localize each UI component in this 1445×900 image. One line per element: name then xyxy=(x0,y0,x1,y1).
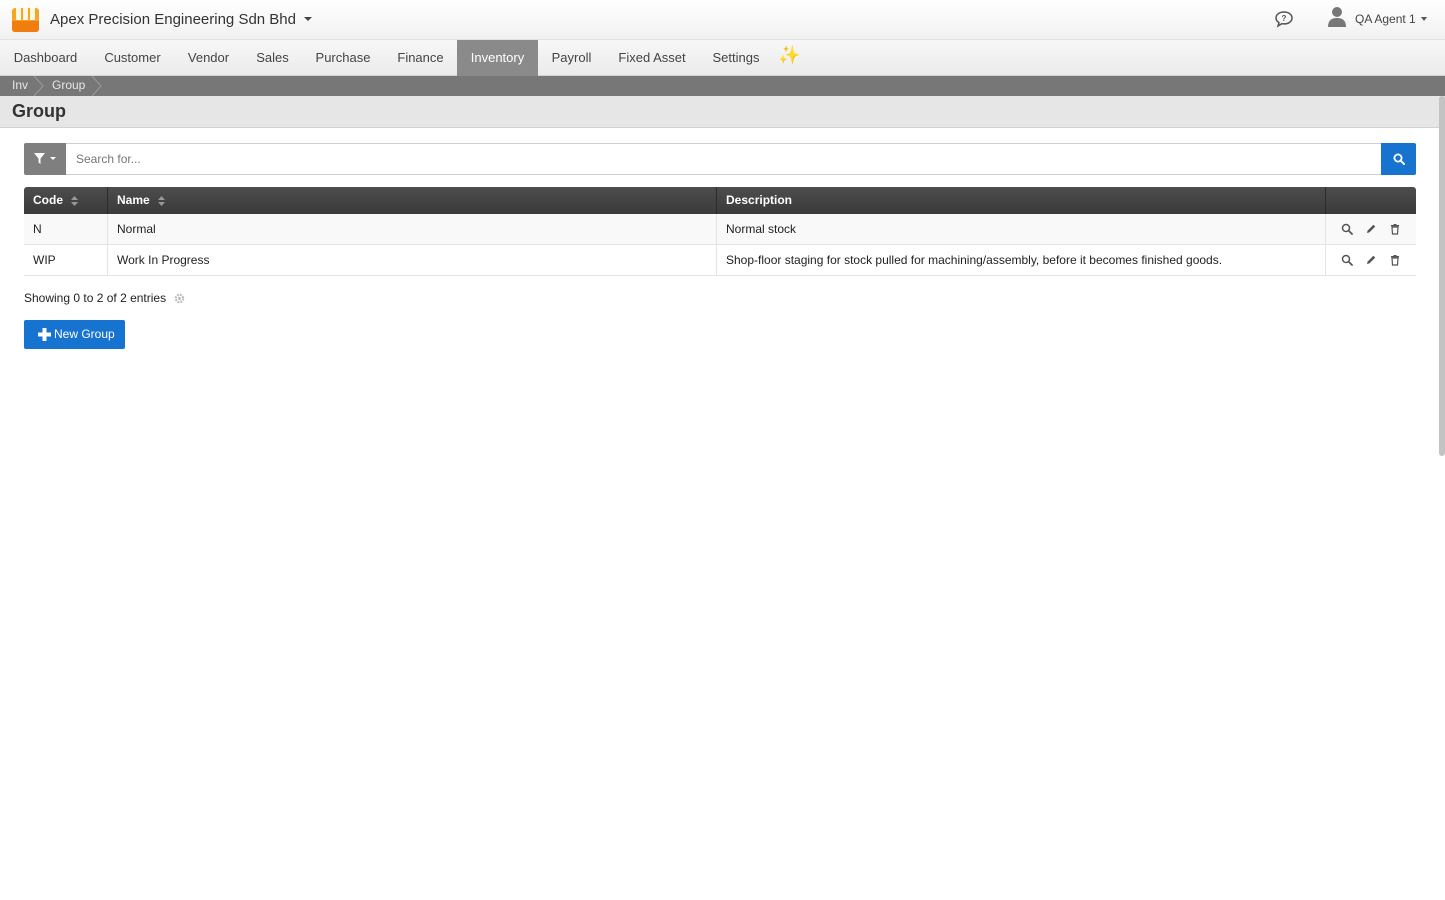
column-header-code[interactable]: Code xyxy=(24,187,108,214)
filter-icon xyxy=(34,153,45,164)
main-nav: Dashboard Customer Vendor Sales Purchase… xyxy=(0,40,1445,76)
company-name[interactable]: Apex Precision Engineering Sdn Bhd xyxy=(50,11,296,28)
table-header: Code Name Description xyxy=(24,187,1416,214)
page-title-bar: Group xyxy=(0,96,1445,128)
search-button[interactable] xyxy=(1381,143,1416,175)
plus-icon xyxy=(38,328,51,341)
filter-button[interactable] xyxy=(24,143,66,175)
user-dropdown-chevron-icon[interactable] xyxy=(1421,17,1427,21)
scrollbar[interactable] xyxy=(1439,96,1445,456)
breadcrumb-separator-icon xyxy=(91,76,102,96)
nav-item-settings[interactable]: Settings xyxy=(699,40,773,76)
top-bar: Apex Precision Engineering Sdn Bhd ? QA … xyxy=(0,0,1445,40)
delete-trash-icon[interactable] xyxy=(1389,254,1401,266)
new-group-label: New Group xyxy=(54,327,115,341)
table-row[interactable]: WIP Work In Progress Shop-floor staging … xyxy=(24,245,1416,276)
delete-trash-icon[interactable] xyxy=(1389,223,1401,235)
svg-text:?: ? xyxy=(1282,14,1287,23)
nav-item-dashboard[interactable]: Dashboard xyxy=(0,40,91,76)
nav-item-purchase[interactable]: Purchase xyxy=(302,40,384,76)
edit-pencil-icon[interactable] xyxy=(1365,254,1377,266)
page-title: Group xyxy=(12,101,66,121)
nav-item-customer[interactable]: Customer xyxy=(91,40,174,76)
breadcrumb-separator-icon xyxy=(33,76,44,96)
new-group-button[interactable]: New Group xyxy=(24,320,125,349)
sort-icon xyxy=(158,195,166,206)
nav-item-vendor[interactable]: Vendor xyxy=(174,40,243,76)
chat-icon[interactable]: ? xyxy=(1274,10,1294,28)
nav-item-fixed-asset[interactable]: Fixed Asset xyxy=(605,40,699,76)
cell-description: Shop-floor staging for stock pulled for … xyxy=(717,245,1326,275)
cell-name: Work In Progress xyxy=(108,245,717,275)
nav-item-sales[interactable]: Sales xyxy=(243,40,302,76)
user-name[interactable]: QA Agent 1 xyxy=(1355,12,1416,26)
column-header-name[interactable]: Name xyxy=(108,187,717,214)
cell-code: N xyxy=(24,214,108,244)
cell-description: Normal stock xyxy=(717,214,1326,244)
gear-icon[interactable] xyxy=(174,293,185,304)
breadcrumb-inv[interactable]: Inv xyxy=(12,78,28,92)
column-header-description: Description xyxy=(717,187,1326,214)
table-info: Showing 0 to 2 of 2 entries xyxy=(24,291,167,305)
breadcrumb: Inv Group xyxy=(0,76,1445,96)
search-input[interactable] xyxy=(66,143,1382,175)
column-header-actions xyxy=(1326,187,1416,214)
company-logo-icon[interactable] xyxy=(12,8,39,32)
nav-item-finance[interactable]: Finance xyxy=(384,40,457,76)
cell-name: Normal xyxy=(108,214,717,244)
table-row[interactable]: N Normal Normal stock xyxy=(24,214,1416,245)
filter-chevron-down-icon xyxy=(50,157,56,160)
breadcrumb-group[interactable]: Group xyxy=(52,78,85,92)
nav-item-inventory[interactable]: Inventory xyxy=(457,40,538,76)
cell-code: WIP xyxy=(24,245,108,275)
sort-icon xyxy=(71,195,79,206)
user-avatar-icon[interactable] xyxy=(1327,6,1347,28)
view-search-icon[interactable] xyxy=(1341,223,1353,235)
company-dropdown-chevron-icon[interactable] xyxy=(304,17,312,21)
sparkle-icon[interactable]: ✨ xyxy=(778,45,800,66)
group-table: Code Name Description N Normal Normal st… xyxy=(24,187,1416,276)
search-icon xyxy=(1393,153,1405,165)
nav-item-payroll[interactable]: Payroll xyxy=(538,40,605,76)
edit-pencil-icon[interactable] xyxy=(1365,223,1377,235)
view-search-icon[interactable] xyxy=(1341,254,1353,266)
